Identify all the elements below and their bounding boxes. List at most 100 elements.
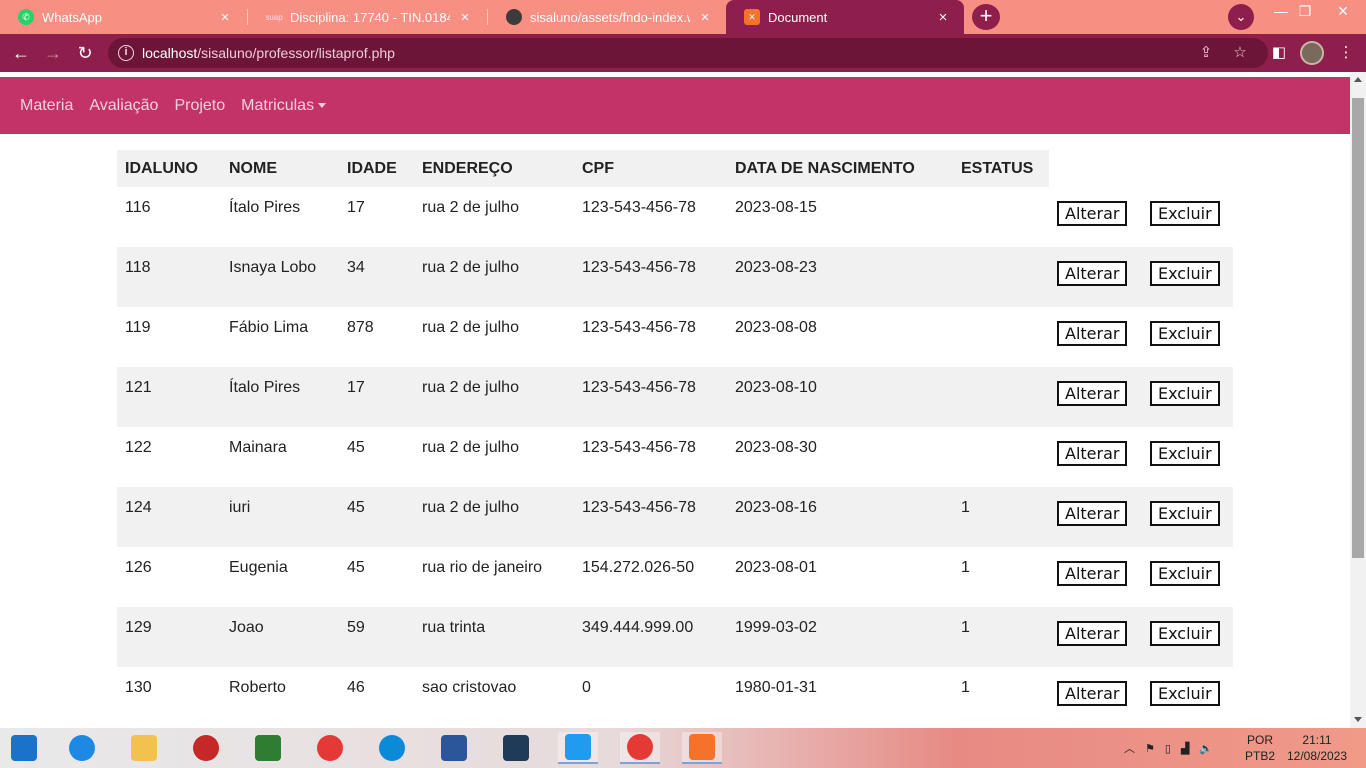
tab-search-button[interactable]: ⌄ xyxy=(1228,4,1254,30)
reload-icon[interactable]: ↻ xyxy=(72,40,98,66)
cell-excluir: Excluir xyxy=(1142,427,1233,487)
cell-idaluno: 122 xyxy=(125,439,152,456)
input-language[interactable]: POR PTB2 xyxy=(1240,732,1280,764)
tab-title: sisaluno/assets/fndo-index.webp xyxy=(530,9,690,25)
chrome-icon xyxy=(317,735,343,761)
scroll-up-icon[interactable] xyxy=(1354,77,1362,82)
alterar-button[interactable]: Alterar xyxy=(1057,621,1128,646)
tab-document[interactable]: ✕ Document × xyxy=(726,0,964,34)
cell-endereco: rua 2 de julho xyxy=(414,367,574,427)
tray-chevron-icon[interactable]: ︿ xyxy=(1124,740,1135,756)
taskbar-start[interactable] xyxy=(4,732,44,764)
cell-nome: Fábio Lima xyxy=(229,319,309,336)
tab-disciplina[interactable]: suap Disciplina: 17740 - TIN.0184 - Pro … xyxy=(248,0,486,34)
forward-icon[interactable]: → xyxy=(40,40,66,66)
taskbar-word[interactable] xyxy=(434,732,474,764)
taskbar-chrome[interactable] xyxy=(310,732,350,764)
address-bar[interactable]: i localhost/sisaluno/professor/listaprof… xyxy=(108,38,1268,68)
alterar-button[interactable]: Alterar xyxy=(1057,381,1128,406)
tab-github-asset[interactable]: sisaluno/assets/fndo-index.webp × xyxy=(488,0,726,34)
cell-idaluno: 129 xyxy=(117,607,221,667)
cell-cpf: 123-543-456-78 xyxy=(582,319,696,336)
taskbar-edge[interactable] xyxy=(372,732,412,764)
browser-tab-strip: ✆ WhatsApp × suap Disciplina: 17740 - TI… xyxy=(0,0,1366,34)
cell-excluir: Excluir xyxy=(1142,247,1233,307)
cell-nome: Isnaya Lobo xyxy=(221,247,339,307)
cell-estatus xyxy=(953,307,1049,367)
cell-endereco: rua 2 de julho xyxy=(422,319,519,336)
bookmark-star-icon[interactable]: ☆ xyxy=(1230,43,1250,63)
restore-icon[interactable]: ❐ xyxy=(1290,0,1320,34)
system-clock[interactable]: 21:11 12/08/2023 xyxy=(1282,732,1352,764)
cell-alterar: Alterar xyxy=(1049,307,1142,367)
alterar-button[interactable]: Alterar xyxy=(1057,501,1128,526)
menu-icon[interactable]: ⋮ xyxy=(1334,41,1358,65)
excluir-button[interactable]: Excluir xyxy=(1150,561,1220,586)
excluir-button[interactable]: Excluir xyxy=(1150,441,1220,466)
taskbar-xampp[interactable] xyxy=(682,732,722,764)
scroll-thumb[interactable] xyxy=(1352,98,1364,558)
alterar-button[interactable]: Alterar xyxy=(1057,681,1128,706)
taskbar-antivirus[interactable] xyxy=(186,732,226,764)
nav-matriculas-dropdown[interactable]: Matriculas xyxy=(241,97,327,115)
keyboard-layout: PTB2 xyxy=(1244,749,1275,763)
window-close-icon[interactable]: ✕ xyxy=(1328,0,1358,34)
taskbar-vscode[interactable] xyxy=(558,732,598,764)
vscode-icon xyxy=(565,734,591,760)
taskbar-file-explorer[interactable] xyxy=(124,732,164,764)
close-tab-icon[interactable]: × xyxy=(696,9,714,26)
excluir-button[interactable]: Excluir xyxy=(1150,381,1220,406)
excluir-button[interactable]: Excluir xyxy=(1150,201,1220,226)
tray-network-icon[interactable]: ▟ xyxy=(1181,742,1189,755)
cell-cpf: 123-543-456-78 xyxy=(574,367,727,427)
taskbar-vpn-shield[interactable] xyxy=(496,732,536,764)
share-icon[interactable]: ⇪ xyxy=(1196,43,1216,63)
table-row: 121 Ítalo Pires 17 rua 2 de julho 123-543-45… xyxy=(117,367,1233,427)
xampp-icon xyxy=(689,734,715,760)
taskbar-internet-explorer[interactable] xyxy=(62,732,102,764)
tray-security-icon[interactable]: ⚑ xyxy=(1145,742,1155,755)
tray-battery-icon[interactable]: ▯ xyxy=(1165,742,1171,755)
nav-projeto[interactable]: Projeto xyxy=(174,97,225,115)
cell-idade: 34 xyxy=(339,247,414,307)
excluir-button[interactable]: Excluir xyxy=(1150,681,1220,706)
excluir-button[interactable]: Excluir xyxy=(1150,261,1220,286)
close-tab-icon[interactable]: × xyxy=(456,9,474,26)
nav-materia[interactable]: Materia xyxy=(20,97,73,115)
excluir-button[interactable]: Excluir xyxy=(1150,501,1220,526)
new-tab-button[interactable]: + xyxy=(972,4,1000,30)
url-text[interactable]: localhost/sisaluno/professor/listaprof.p… xyxy=(142,45,395,61)
taskbar-chrome-profile[interactable] xyxy=(620,732,660,764)
excluir-button[interactable]: Excluir xyxy=(1150,321,1220,346)
close-tab-icon[interactable]: × xyxy=(934,9,952,26)
tab-title: WhatsApp xyxy=(42,9,102,25)
alterar-button[interactable]: Alterar xyxy=(1057,561,1128,586)
cell-data-nascimento: 2023-08-23 xyxy=(727,247,953,307)
tab-whatsapp[interactable]: ✆ WhatsApp × xyxy=(0,0,246,34)
microsoft-store-icon xyxy=(255,735,281,761)
cell-idade: 45 xyxy=(347,559,365,576)
excluir-button[interactable]: Excluir xyxy=(1150,621,1220,646)
site-info-icon[interactable]: i xyxy=(118,45,134,61)
cell-idade: 45 xyxy=(347,439,365,456)
page-scrollbar[interactable] xyxy=(1350,72,1366,728)
col-endereco: ENDEREÇO xyxy=(414,150,574,187)
profile-avatar[interactable] xyxy=(1300,41,1324,65)
alterar-button[interactable]: Alterar xyxy=(1057,441,1128,466)
alterar-button[interactable]: Alterar xyxy=(1057,261,1128,286)
taskbar-microsoft-store[interactable] xyxy=(248,732,288,764)
back-icon[interactable]: ← xyxy=(8,40,34,66)
tray-volume-icon[interactable]: 🔈 xyxy=(1199,742,1213,755)
side-panel-icon[interactable]: ◧ xyxy=(1267,41,1291,65)
tab-title: Document xyxy=(768,9,828,25)
cell-estatus: 1 xyxy=(953,487,1049,547)
cell-data-nascimento: 2023-08-08 xyxy=(735,319,817,336)
cell-cpf: 123-543-456-78 xyxy=(582,199,696,216)
cell-endereco: rua 2 de julho xyxy=(414,487,574,547)
cell-data-nascimento: 2023-08-30 xyxy=(735,439,817,456)
alterar-button[interactable]: Alterar xyxy=(1057,201,1128,226)
alterar-button[interactable]: Alterar xyxy=(1057,321,1128,346)
scroll-down-icon[interactable] xyxy=(1354,717,1362,722)
nav-avaliacao[interactable]: Avaliação xyxy=(89,97,158,115)
close-tab-icon[interactable]: × xyxy=(216,9,234,26)
